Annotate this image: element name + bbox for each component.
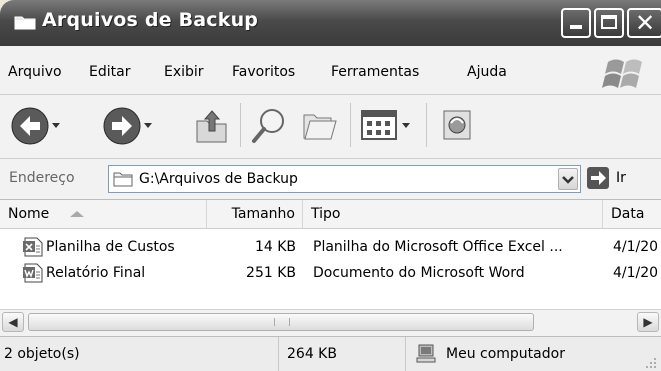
menu-bar: Arquivo Editar Exibir Favoritos Ferramen… (0, 46, 661, 95)
menu-arquivo[interactable]: Arquivo (8, 64, 62, 80)
sort-ascending-icon (70, 211, 84, 217)
column-header-name-label: Nome (8, 206, 50, 222)
explorer-window: Arquivos de Backup ✕ Arquivo Editar Exib… (0, 0, 661, 371)
word-file-icon (23, 263, 43, 283)
column-header-date[interactable]: Data (603, 200, 661, 228)
horizontal-scrollbar[interactable]: ◀ ▶ (0, 309, 661, 336)
column-header-size[interactable]: Tamanho (207, 200, 303, 228)
menu-ferramentas[interactable]: Ferramentas (331, 64, 419, 80)
menu-exibir[interactable]: Exibir (164, 64, 204, 80)
maximize-button[interactable] (594, 8, 624, 38)
scroll-grip (274, 318, 290, 326)
menu-favoritos[interactable]: Favoritos (232, 64, 295, 80)
file-size: 14 KB (254, 239, 296, 255)
column-header-name[interactable]: Nome (0, 200, 207, 228)
folders-icon[interactable] (300, 107, 340, 145)
go-button[interactable] (587, 167, 609, 189)
windows-logo-icon (602, 59, 642, 88)
minimize-icon (570, 25, 582, 29)
sync-icon[interactable] (438, 107, 476, 145)
column-header-type[interactable]: Tipo (303, 200, 603, 228)
file-date: 4/1/20 (613, 239, 659, 255)
menu-editar[interactable]: Editar (89, 64, 130, 80)
status-total-size: 264 KB (279, 337, 406, 371)
folder-icon (113, 172, 133, 187)
folder-icon (14, 16, 36, 30)
go-label[interactable]: Ir (616, 170, 626, 186)
status-bar: 2 objeto(s) 264 KB Meu computador (0, 336, 661, 371)
scroll-left-button[interactable]: ◀ (2, 312, 24, 332)
address-value: G:\Arquivos de Backup (139, 171, 298, 187)
scroll-right-button[interactable]: ▶ (637, 312, 659, 332)
back-icon[interactable] (10, 106, 64, 146)
address-input[interactable]: G:\Arquivos de Backup (108, 165, 581, 193)
scroll-thumb[interactable] (28, 313, 534, 331)
views-icon[interactable] (360, 109, 416, 143)
address-label: Endereço (9, 170, 75, 186)
chevron-right-icon: ▶ (643, 315, 653, 329)
my-computer-icon (416, 344, 436, 363)
file-type: Documento do Microsoft Word (313, 265, 525, 281)
chevron-left-icon: ◀ (8, 315, 18, 329)
search-icon[interactable] (250, 107, 290, 145)
address-dropdown-button[interactable] (558, 168, 578, 190)
minimize-button[interactable] (561, 8, 591, 38)
maximize-icon (601, 15, 617, 29)
file-name: Relatório Final (46, 265, 146, 281)
file-row[interactable]: Relatório Final 251 KB Documento do Micr… (0, 261, 661, 285)
file-size: 251 KB (246, 265, 296, 281)
menu-ajuda[interactable]: Ajuda (467, 64, 507, 80)
file-type: Planilha do Microsoft Office Excel ... (313, 239, 563, 255)
file-name: Planilha de Custos (46, 239, 175, 255)
window-title: Arquivos de Backup (42, 9, 259, 31)
go-arrow-icon (591, 171, 606, 185)
close-button[interactable]: ✕ (627, 8, 661, 38)
chevron-down-icon (562, 176, 574, 184)
file-row[interactable]: Planilha de Custos 14 KB Planilha do Mic… (0, 235, 661, 259)
title-bar[interactable]: Arquivos de Backup ✕ (0, 0, 661, 46)
status-object-count: 2 objeto(s) (0, 337, 279, 371)
address-bar: Endereço G:\Arquivos de Backup Ir (0, 159, 661, 200)
resize-grip-icon[interactable] (643, 355, 657, 369)
close-icon: ✕ (635, 9, 656, 37)
column-header-row: Nome Tamanho Tipo Data (0, 200, 661, 229)
file-date: 4/1/20 (613, 265, 659, 281)
status-location: Meu computador (446, 346, 565, 362)
standard-toolbar (0, 95, 661, 159)
forward-icon[interactable] (102, 106, 156, 146)
excel-file-icon (23, 237, 43, 257)
up-folder-icon[interactable] (194, 107, 230, 145)
